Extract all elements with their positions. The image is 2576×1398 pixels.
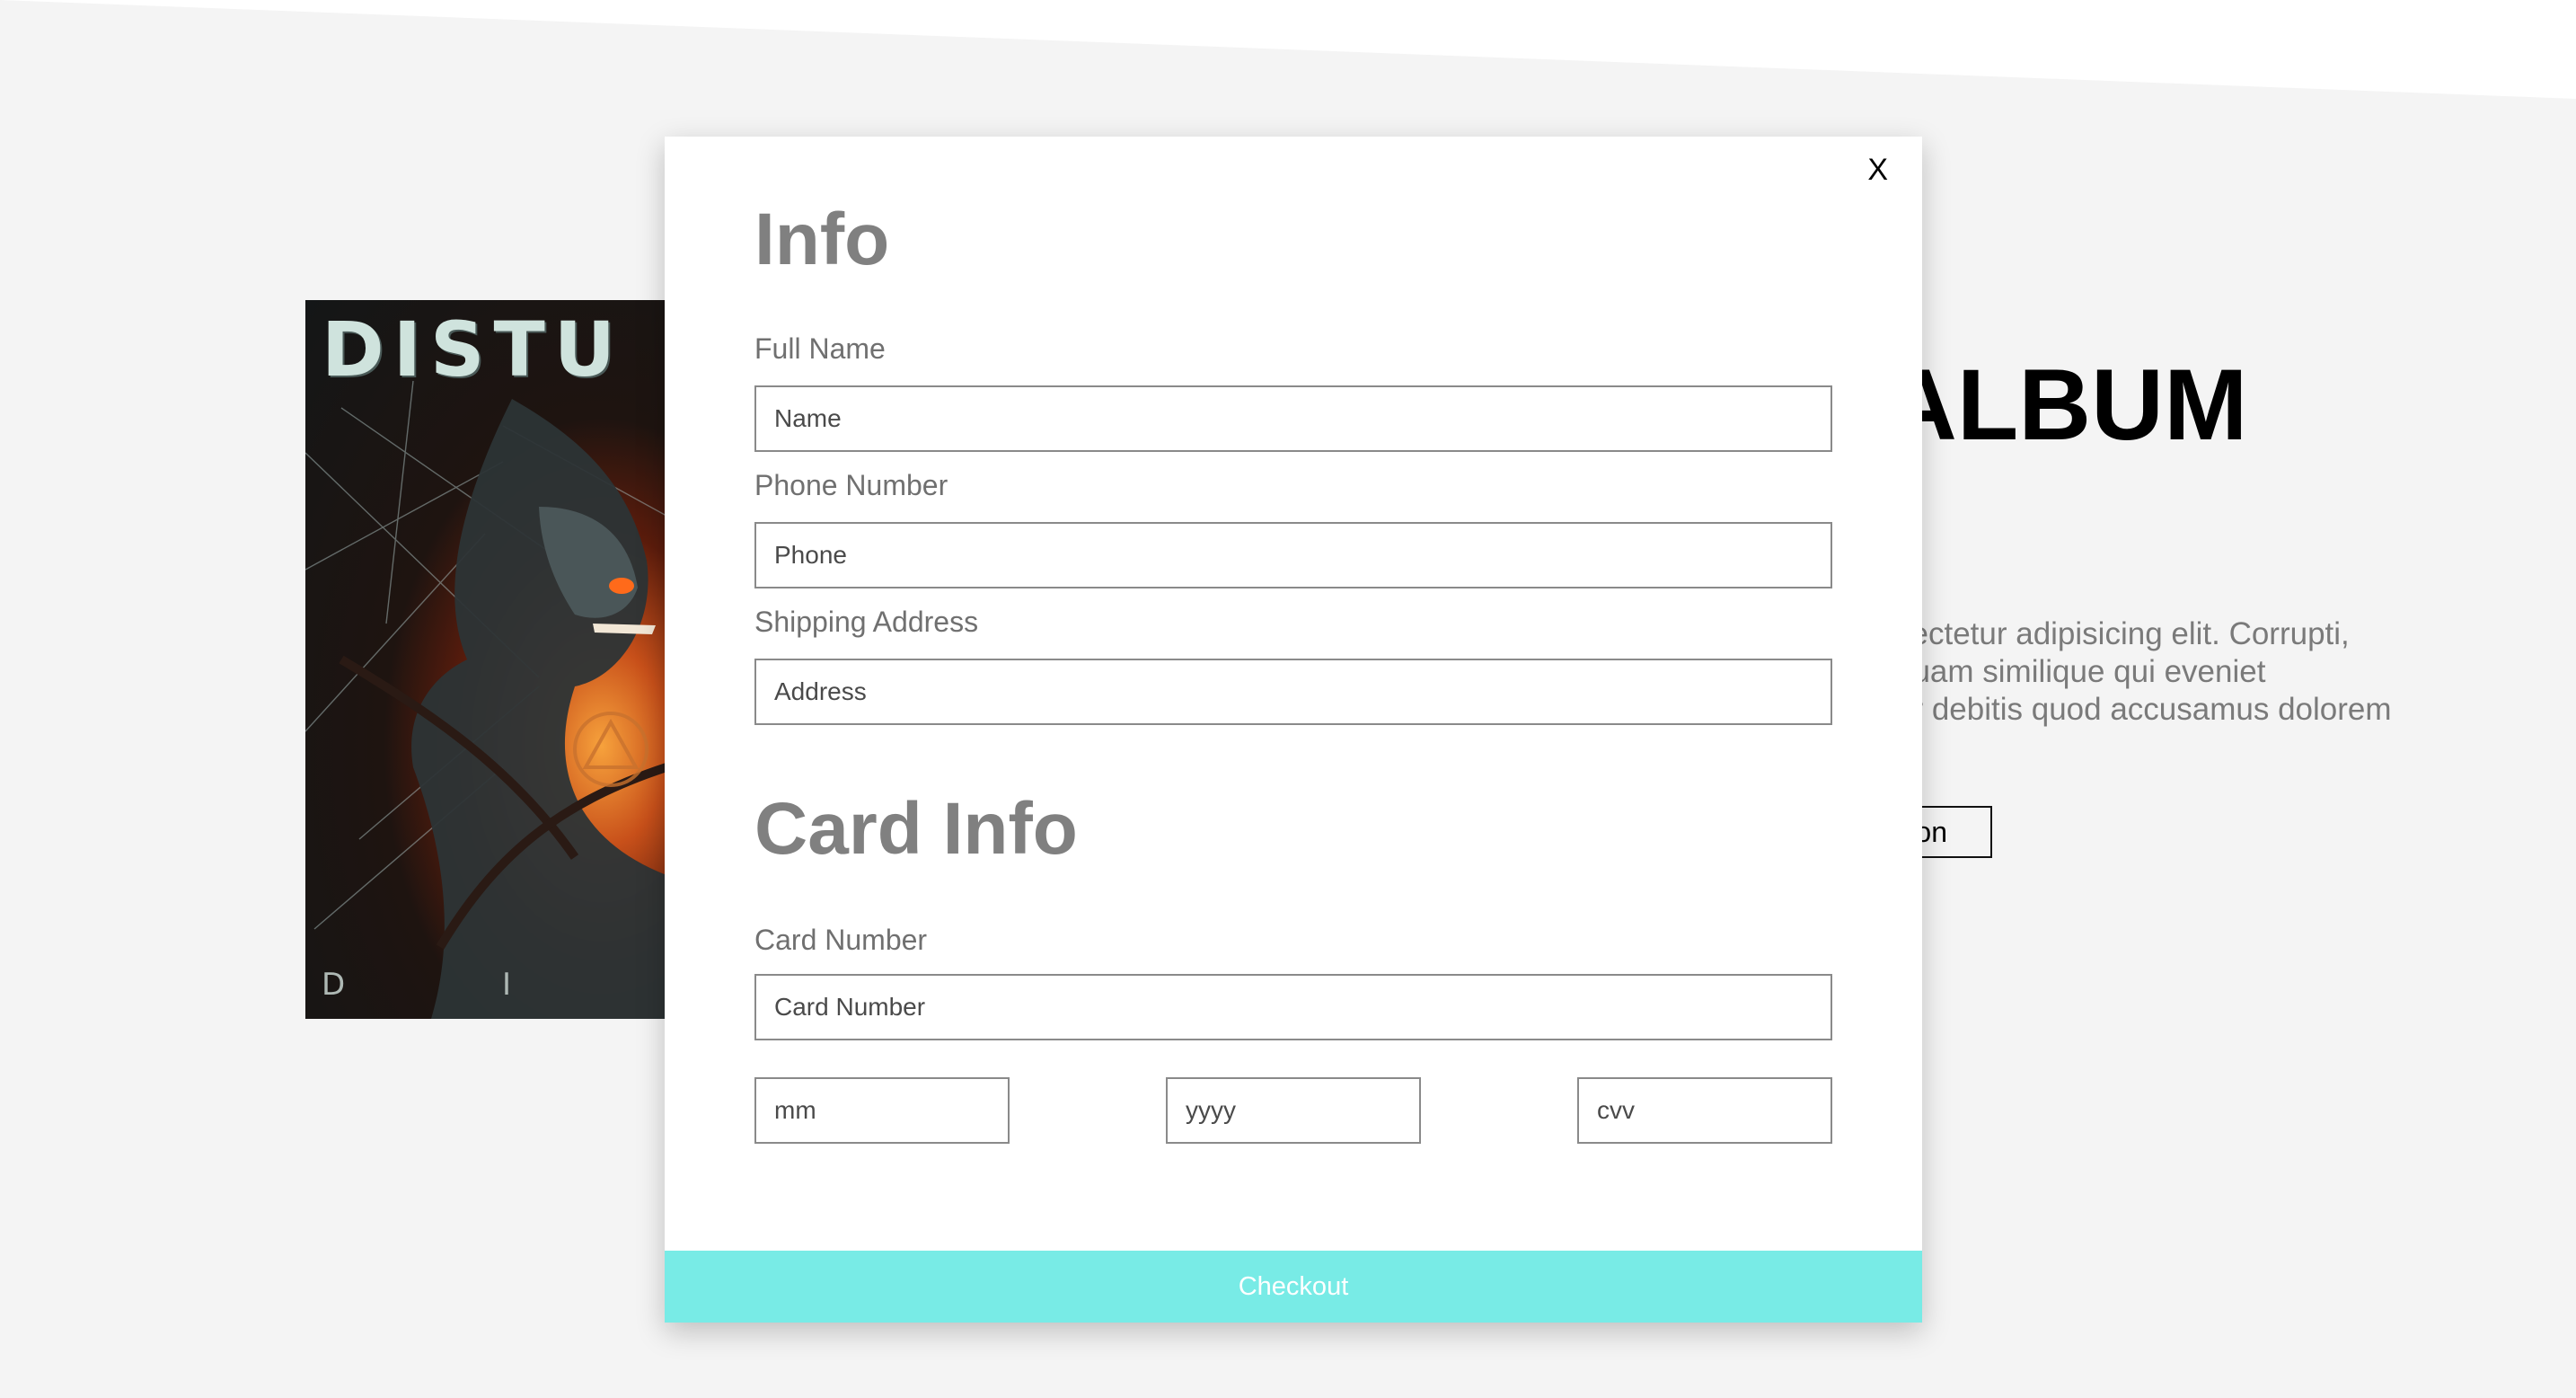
card-number-label: Card Number	[754, 924, 928, 956]
phone-input[interactable]	[754, 522, 1832, 588]
description-line: sectetur adipisicing elit. Corrupti,	[1895, 616, 2350, 651]
cover-title-text: DISTU	[322, 305, 624, 394]
cover-artwork	[305, 380, 666, 1019]
full-name-label: Full Name	[754, 332, 886, 365]
album-description: sectetur adipisicing elit. Corrupti, qua…	[1895, 615, 2524, 729]
card-info-heading: Card Info	[754, 788, 1078, 870]
expiry-year-input[interactable]	[1166, 1077, 1421, 1144]
info-heading: Info	[754, 199, 890, 280]
full-name-input[interactable]	[754, 385, 1832, 452]
description-line: ur debitis quod accusamus dolorem	[1895, 692, 2392, 727]
cvv-input[interactable]	[1577, 1077, 1832, 1144]
checkout-button[interactable]: Checkout	[665, 1251, 1922, 1323]
address-input[interactable]	[754, 659, 1832, 725]
description-line: quam similique qui eveniet	[1895, 654, 2266, 689]
album-cover-image: DISTU D I V I	[305, 300, 666, 1019]
phone-number-label: Phone Number	[754, 469, 948, 501]
shipping-address-label: Shipping Address	[754, 606, 979, 638]
album-title: ALBUM	[1884, 349, 2248, 461]
cover-subtitle-text: D I V I	[322, 967, 666, 1003]
checkout-modal: X Info Full Name Phone Number Shipping A…	[665, 137, 1922, 1323]
top-slant-decoration	[0, 0, 2576, 99]
close-button[interactable]: X	[1867, 153, 1888, 188]
expiry-month-input[interactable]	[754, 1077, 1010, 1144]
card-number-input[interactable]	[754, 974, 1832, 1040]
